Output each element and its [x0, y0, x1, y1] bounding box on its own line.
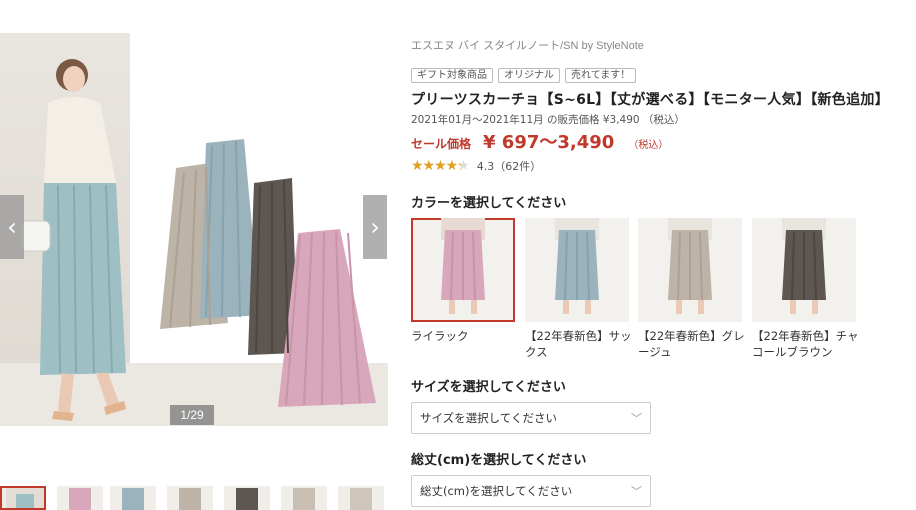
color-swatch-image: [411, 218, 515, 322]
length-select[interactable]: 総丈(cm)を選択してください ﹀: [411, 475, 651, 507]
gallery-thumbnail[interactable]: [167, 486, 213, 510]
color-option-label: ライラック: [411, 329, 469, 343]
color-swatch-image: [752, 218, 856, 322]
product-image-gallery[interactable]: ‹ › 1/29: [0, 33, 388, 426]
color-section-heading: カラーを選択してください: [411, 196, 567, 211]
main-product-image: [19, 59, 376, 421]
color-option-label: 【22年春新色】チャコールブラウン: [752, 329, 859, 359]
gallery-thumbnail[interactable]: [57, 486, 103, 510]
length-section-heading: 総丈(cm)を選択してください: [411, 453, 587, 468]
gallery-next-button[interactable]: ›: [363, 195, 387, 259]
product-title: プリーツスカーチョ【S~6L】【丈が選べる】【モニター人気】【新色追加】: [411, 92, 889, 108]
size-select-placeholder: サイズを選択してください: [420, 411, 557, 425]
chevron-right-icon: ›: [370, 213, 380, 241]
rating-row[interactable]: ★★★★★ ★★★★★ 4.3（62件）: [411, 158, 541, 174]
rating-count: 4.3（62件）: [476, 160, 542, 173]
star-rating-icon: ★★★★★ ★★★★★: [411, 158, 470, 174]
sale-price: ¥ 697～3,490: [483, 132, 615, 153]
gallery-thumbnail[interactable]: [224, 486, 270, 510]
gallery-thumbnail[interactable]: [110, 486, 156, 510]
gallery-page-counter: 1/29: [170, 405, 214, 425]
color-swatch-image: [638, 218, 742, 322]
color-options: ライラック 【22年春新色】サックス 【22年春新色】グレージュ 【22年春新色…: [411, 218, 916, 360]
size-select[interactable]: サイズを選択してください ﹀: [411, 402, 651, 434]
pants-display: [160, 139, 376, 407]
color-option-charcoal-brown[interactable]: 【22年春新色】チャコールブラウン: [752, 218, 859, 360]
size-section-heading: サイズを選択してください: [411, 380, 566, 395]
color-swatch-image: [525, 218, 629, 322]
chevron-down-icon: ﹀: [631, 412, 642, 425]
color-option-greige[interactable]: 【22年春新色】グレージュ: [638, 218, 745, 360]
sale-price-label: セール価格: [411, 137, 472, 151]
tag-bestseller: 売れてます！: [565, 68, 637, 83]
price-row: セール価格 ¥ 697～3,490 （税込）: [411, 128, 668, 154]
gallery-thumbnails: [0, 486, 388, 510]
brand-link[interactable]: エスエヌ バイ スタイルノート/SN by StyleNote: [411, 37, 644, 53]
chevron-left-icon: ‹: [7, 213, 17, 241]
color-option-label: 【22年春新色】グレージュ: [638, 329, 745, 359]
length-select-placeholder: 総丈(cm)を選択してください: [420, 484, 573, 498]
model-figure: [19, 59, 126, 421]
gallery-thumbnail[interactable]: [338, 486, 384, 510]
color-option-label: 【22年春新色】サックス: [525, 329, 632, 359]
color-option-lilac[interactable]: ライラック: [411, 218, 515, 344]
chevron-down-icon: ﹀: [631, 485, 642, 498]
price-period-note: 2021年01月～2021年11月 の販売価格 ¥3,490 （税込）: [411, 114, 685, 126]
tag-gift: ギフト対象商品: [411, 68, 493, 83]
color-option-sax[interactable]: 【22年春新色】サックス: [525, 218, 632, 360]
gallery-prev-button[interactable]: ‹: [0, 195, 24, 259]
gallery-thumbnail[interactable]: [281, 486, 327, 510]
tag-original: オリジナル: [498, 68, 560, 83]
tax-label: （税込）: [628, 140, 669, 151]
product-tags: ギフト対象商品 オリジナル 売れてます！: [411, 68, 637, 83]
gallery-thumbnail[interactable]: [0, 486, 46, 510]
